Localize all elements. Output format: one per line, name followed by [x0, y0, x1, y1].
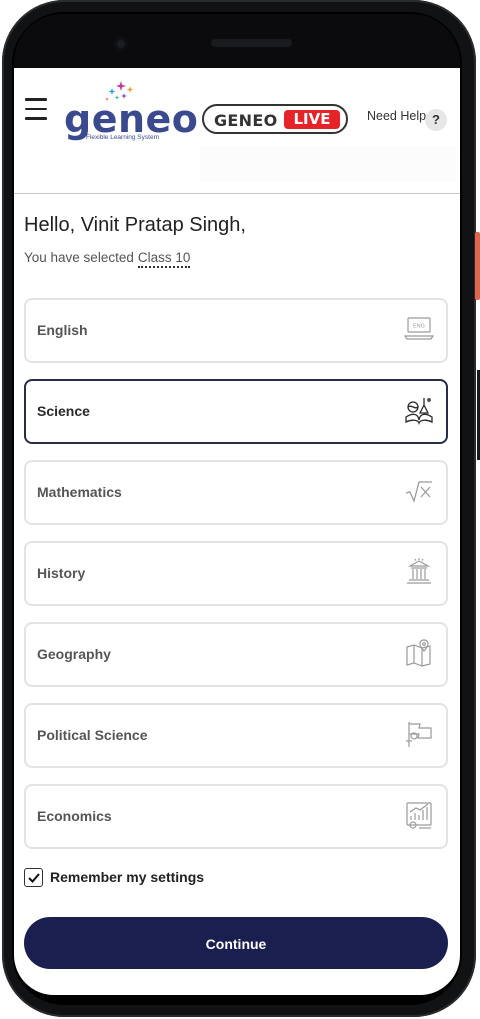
- logo-wordmark: geneo: [64, 97, 199, 141]
- monument-icon: [407, 558, 431, 584]
- eng-laptop-icon: ENG: [404, 317, 434, 340]
- earpiece-speaker: [211, 39, 292, 47]
- app-header: geneo Flexible Learning System GENEO LIV…: [14, 68, 460, 194]
- subject-label: Economics: [37, 808, 112, 824]
- subject-label: English: [37, 322, 88, 338]
- subject-economics[interactable]: Economics: [24, 784, 448, 849]
- header-blank-area: [200, 146, 458, 182]
- front-camera: [114, 37, 128, 51]
- subject-english[interactable]: English ENG: [24, 298, 448, 363]
- app-screen: geneo Flexible Learning System GENEO LIV…: [14, 68, 460, 995]
- logo-tagline: Flexible Learning System: [86, 134, 159, 141]
- live-pill-brand: GENEO: [214, 111, 278, 130]
- subject-label: Political Science: [37, 727, 148, 743]
- selected-class-line: You have selected Class 10: [24, 250, 191, 268]
- continue-button[interactable]: Continue: [24, 917, 448, 969]
- remember-checkbox[interactable]: [24, 868, 43, 887]
- subject-list: English ENG Science Mathematics History: [24, 298, 448, 865]
- live-badge: LIVE: [284, 110, 340, 129]
- subject-label: History: [37, 565, 86, 581]
- geneo-live-button[interactable]: GENEO LIVE: [202, 104, 348, 134]
- need-help-link[interactable]: Need Help: [367, 109, 426, 123]
- subject-science[interactable]: Science: [24, 379, 448, 444]
- phone-frame: geneo Flexible Learning System GENEO LIV…: [0, 0, 480, 1019]
- remember-label: Remember my settings: [50, 869, 205, 885]
- flag-icon: [406, 722, 432, 747]
- hamburger-menu-icon[interactable]: [25, 98, 47, 122]
- subject-history[interactable]: History: [24, 541, 448, 606]
- subject-label: Science: [37, 403, 90, 419]
- subject-political-science[interactable]: Political Science: [24, 703, 448, 768]
- square-root-icon: [405, 481, 432, 503]
- help-question-icon[interactable]: ?: [425, 109, 447, 131]
- power-button: [475, 232, 480, 300]
- growth-chart-icon: [406, 802, 432, 829]
- selected-class-prefix: You have selected: [24, 250, 134, 265]
- geneo-logo[interactable]: geneo Flexible Learning System: [64, 80, 198, 146]
- subject-label: Geography: [37, 646, 111, 662]
- greeting-text: Hello, Vinit Pratap Singh,: [24, 214, 246, 236]
- subject-mathematics[interactable]: Mathematics: [24, 460, 448, 525]
- svg-text:ENG: ENG: [413, 324, 425, 330]
- class-selector-link[interactable]: Class 10: [137, 250, 191, 268]
- check-icon: [27, 872, 40, 883]
- subject-geography[interactable]: Geography: [24, 622, 448, 687]
- science-icon: [405, 398, 433, 425]
- map-pin-icon: [406, 639, 431, 667]
- subject-label: Mathematics: [37, 484, 122, 500]
